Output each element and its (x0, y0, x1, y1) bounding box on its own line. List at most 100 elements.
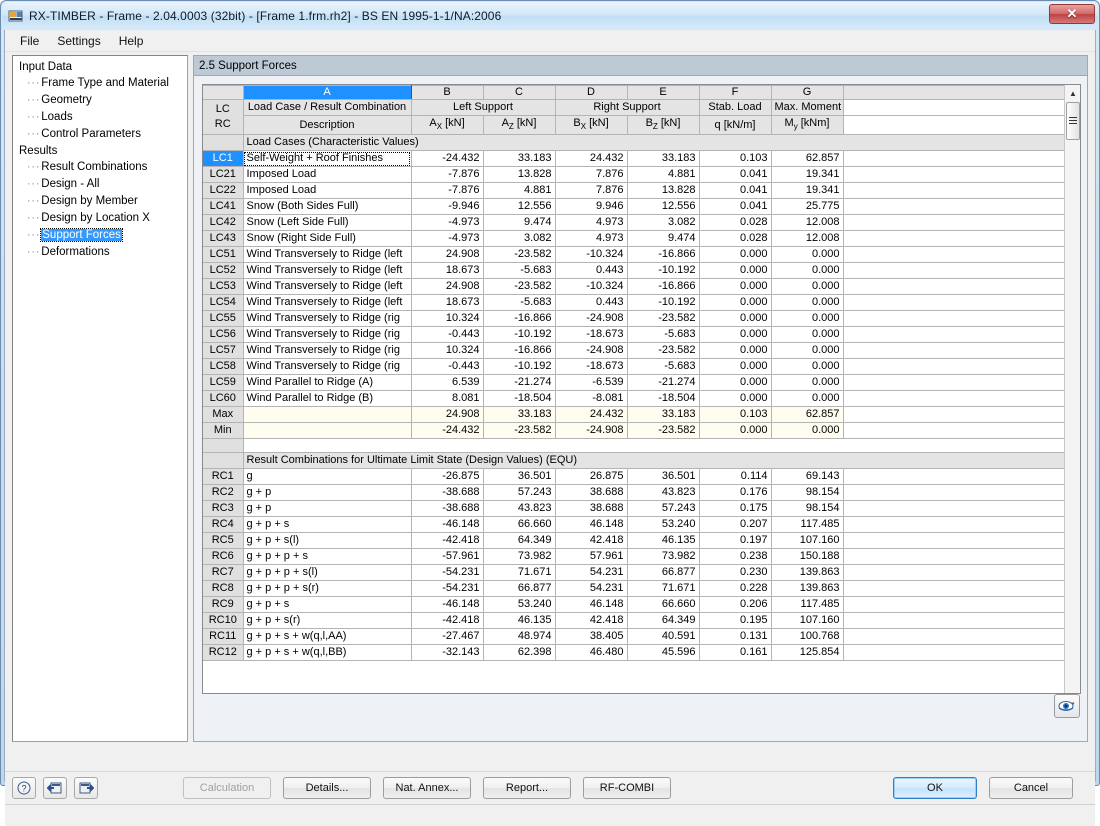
row-description-cell[interactable]: g + p + s(r) (243, 612, 412, 630)
table-row[interactable]: LC52 Wind Transversely to Ridge (left 18.6… (203, 262, 1066, 280)
row-header-cell[interactable]: RC9 (203, 596, 244, 614)
row-description-cell[interactable] (243, 406, 412, 424)
sidebar-item-deformations[interactable]: ··· Deformations (17, 244, 185, 261)
cell-ax[interactable]: -46.148 (411, 516, 484, 534)
cell-q[interactable]: 0.000 (699, 294, 772, 312)
cell-my[interactable]: 19.341 (771, 182, 844, 200)
nat-annex-button[interactable]: Nat. Annex... (383, 777, 471, 799)
row-description-cell[interactable]: Wind Transversely to Ridge (left (243, 278, 412, 296)
row-description-cell[interactable]: g + p + s + w(q,l,BB) (243, 644, 412, 662)
cell-az[interactable]: -16.866 (483, 342, 556, 360)
cell-ax[interactable]: -4.973 (411, 214, 484, 232)
grid-column-header-B[interactable]: B (411, 85, 484, 100)
cell-bz[interactable]: 64.349 (627, 612, 700, 630)
row-header-cell[interactable]: Min (203, 422, 244, 440)
cell-bz[interactable]: -16.866 (627, 246, 700, 264)
row-description-cell[interactable]: Imposed Load (243, 166, 412, 184)
cell-bx[interactable]: -10.324 (555, 278, 628, 296)
scrollbar-thumb[interactable] (1066, 102, 1080, 140)
table-row[interactable]: LC41 Snow (Both Sides Full) -9.946 12.556 9.… (203, 198, 1066, 216)
cell-bz[interactable]: 45.596 (627, 644, 700, 662)
sidebar-item-result-combinations[interactable]: ··· Result Combinations (17, 159, 185, 176)
cell-az[interactable]: 66.660 (483, 516, 556, 534)
cell-bz[interactable]: 3.082 (627, 214, 700, 232)
cell-bz[interactable]: 66.877 (627, 564, 700, 582)
row-description-cell[interactable]: g + p + s(l) (243, 532, 412, 550)
row-header-cell[interactable]: LC60 (203, 390, 244, 408)
row-header-cell[interactable]: RC7 (203, 564, 244, 582)
sidebar-item-design-by-location-x[interactable]: ··· Design by Location X (17, 210, 185, 227)
table-row[interactable]: RC4 g + p + s -46.148 66.660 46.148 53.240 0.2… (203, 516, 1066, 534)
cell-ax[interactable]: -26.875 (411, 468, 484, 486)
cell-ax[interactable]: 24.908 (411, 246, 484, 264)
row-description-cell[interactable]: Snow (Both Sides Full) (243, 198, 412, 216)
cell-bz[interactable]: -21.274 (627, 374, 700, 392)
sidebar-item-control-parameters[interactable]: ··· Control Parameters (17, 126, 185, 143)
cell-bx[interactable]: -18.673 (555, 326, 628, 344)
cell-my[interactable]: 0.000 (771, 326, 844, 344)
cell-bz[interactable]: 9.474 (627, 230, 700, 248)
cell-az[interactable]: 13.828 (483, 166, 556, 184)
table-row[interactable]: RC11 g + p + s + w(q,l,AA) -27.467 48.974 38… (203, 628, 1066, 646)
cell-bz[interactable]: -10.192 (627, 294, 700, 312)
cell-ax[interactable]: -9.946 (411, 198, 484, 216)
cell-q[interactable]: 0.103 (699, 406, 772, 424)
cell-bx[interactable]: 4.973 (555, 230, 628, 248)
vertical-scrollbar[interactable]: ▲ (1064, 85, 1080, 693)
cell-az[interactable]: 53.240 (483, 596, 556, 614)
cell-bz[interactable]: 66.660 (627, 596, 700, 614)
cell-ax[interactable]: 24.908 (411, 406, 484, 424)
row-description-cell[interactable]: Wind Transversely to Ridge (rig (243, 310, 412, 328)
cell-az[interactable]: 64.349 (483, 532, 556, 550)
cell-my[interactable]: 0.000 (771, 374, 844, 392)
row-header-cell[interactable]: LC22 (203, 182, 244, 200)
table-row[interactable]: LC56 Wind Transversely to Ridge (rig -0.44… (203, 326, 1066, 344)
row-header-cell[interactable]: LC55 (203, 310, 244, 328)
cell-ax[interactable]: -4.973 (411, 230, 484, 248)
cell-bz[interactable]: 13.828 (627, 182, 700, 200)
cell-az[interactable]: 43.823 (483, 500, 556, 518)
cell-my[interactable]: 12.008 (771, 230, 844, 248)
cell-az[interactable]: 73.982 (483, 548, 556, 566)
cell-bx[interactable]: 42.418 (555, 532, 628, 550)
grid-column-header-F[interactable]: F (699, 85, 772, 100)
cell-my[interactable]: 0.000 (771, 262, 844, 280)
cell-q[interactable]: 0.000 (699, 326, 772, 344)
cell-my[interactable]: 98.154 (771, 500, 844, 518)
calculation-button[interactable]: Calculation (183, 777, 271, 799)
row-header-cell[interactable]: RC6 (203, 548, 244, 566)
cell-bx[interactable]: 0.443 (555, 262, 628, 280)
cell-ax[interactable]: -0.443 (411, 326, 484, 344)
cell-bz[interactable]: 71.671 (627, 580, 700, 598)
help-button[interactable]: ? (12, 777, 36, 799)
table-row[interactable]: LC21 Imposed Load -7.876 13.828 7.876 4.881 0.… (203, 166, 1066, 184)
cell-my[interactable]: 12.008 (771, 214, 844, 232)
cell-ax[interactable]: 10.324 (411, 342, 484, 360)
table-row[interactable]: RC2 g + p -38.688 57.243 38.688 43.823 0.176 98… (203, 484, 1066, 502)
support-forces-grid[interactable]: A B C D E F G LC RC Load Case / Result Combinatio… (202, 84, 1081, 694)
grid-column-header-G[interactable]: G (771, 85, 844, 100)
row-header-cell[interactable]: LC59 (203, 374, 244, 392)
sidebar-item-frame-type-and-material[interactable]: ··· Frame Type and Material (17, 75, 185, 92)
table-row[interactable]: Min -24.432 -23.582 -24.908 -23.582 0.000 0.00… (203, 422, 1066, 440)
table-row[interactable]: Max 24.908 33.183 24.432 33.183 0.103 62.857 (203, 406, 1066, 424)
cell-my[interactable]: 0.000 (771, 246, 844, 264)
cell-ax[interactable]: -38.688 (411, 500, 484, 518)
cell-bx[interactable]: 57.961 (555, 548, 628, 566)
cell-bz[interactable]: -23.582 (627, 342, 700, 360)
table-row[interactable]: LC54 Wind Transversely to Ridge (left 18.6… (203, 294, 1066, 312)
cell-bz[interactable]: 57.243 (627, 500, 700, 518)
cell-my[interactable]: 139.863 (771, 580, 844, 598)
cell-ax[interactable]: -57.961 (411, 548, 484, 566)
cell-my[interactable]: 69.143 (771, 468, 844, 486)
cell-bx[interactable]: 26.875 (555, 468, 628, 486)
cell-q[interactable]: 0.131 (699, 628, 772, 646)
cell-bx[interactable]: 46.148 (555, 516, 628, 534)
cell-ax[interactable]: -27.467 (411, 628, 484, 646)
table-row[interactable]: LC22 Imposed Load -7.876 4.881 7.876 13.828 0.… (203, 182, 1066, 200)
row-description-cell[interactable]: Snow (Left Side Full) (243, 214, 412, 232)
row-header-cell[interactable]: LC43 (203, 230, 244, 248)
cell-az[interactable]: -18.504 (483, 390, 556, 408)
cell-ax[interactable]: 18.673 (411, 294, 484, 312)
row-description-cell[interactable]: Wind Transversely to Ridge (left (243, 262, 412, 280)
